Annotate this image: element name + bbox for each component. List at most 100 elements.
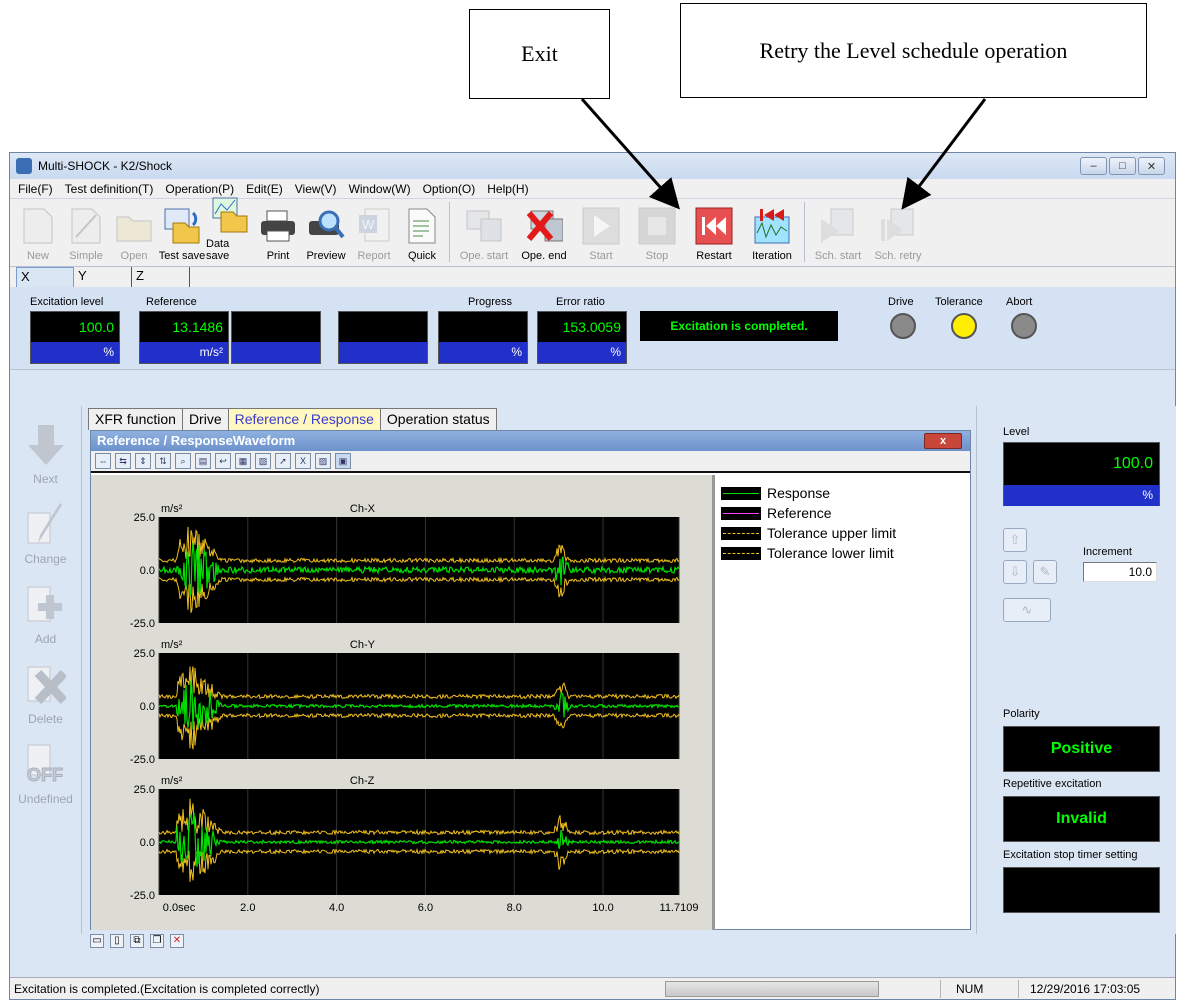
- empty-display-2: [338, 311, 428, 364]
- error-ratio-label: Error ratio: [556, 296, 605, 308]
- menu-help[interactable]: Help(H): [481, 182, 534, 196]
- y-unit-label: m/s²: [161, 775, 183, 787]
- restore-window-icon[interactable]: ❐: [150, 934, 164, 948]
- sch-retry-button[interactable]: Sch. retry: [868, 199, 928, 265]
- drive-lamp: [890, 313, 916, 339]
- properties-icon[interactable]: ▦: [235, 453, 251, 469]
- y-unit-label: m/s²: [161, 639, 183, 651]
- level-down-button[interactable]: ⇩: [1003, 560, 1027, 584]
- shrink-x-icon[interactable]: ⇆: [115, 453, 131, 469]
- next-button[interactable]: Next: [10, 406, 81, 486]
- preview-magnifier-icon: [307, 206, 345, 246]
- display-settings-icon[interactable]: ▧: [255, 453, 271, 469]
- tab-operation-status[interactable]: Operation status: [379, 408, 497, 430]
- add-plus-icon: [25, 582, 67, 628]
- minimize-button[interactable]: –: [1080, 157, 1107, 175]
- close-graph-icon[interactable]: ✕: [170, 934, 184, 948]
- x-tick-label: 6.0: [418, 902, 433, 914]
- simple-button[interactable]: Simple: [62, 199, 110, 265]
- pencil-icon: [25, 502, 67, 548]
- scale-settings-icon[interactable]: ▤: [195, 453, 211, 469]
- delete-button[interactable]: Delete: [10, 646, 81, 726]
- excel-icon[interactable]: X: [295, 453, 311, 469]
- expand-y-icon[interactable]: ⇕: [135, 453, 151, 469]
- play-icon: [582, 206, 620, 246]
- edit-increment-button[interactable]: ✎: [1033, 560, 1057, 584]
- change-button[interactable]: Change: [10, 486, 81, 566]
- command-panel: Next Change Add Delete OFF Undefined: [10, 406, 82, 934]
- status-divider: [940, 980, 941, 998]
- sch-retry-label: Sch. retry: [874, 250, 922, 262]
- stop-button[interactable]: Stop: [629, 199, 685, 265]
- reference-value: 13.1486: [140, 312, 228, 342]
- open-button[interactable]: Open: [110, 199, 158, 265]
- tab-reference-response[interactable]: Reference / Response: [227, 408, 381, 430]
- open-folder-icon: [115, 206, 153, 246]
- print-button[interactable]: Print: [254, 199, 302, 265]
- menu-file[interactable]: File(F): [12, 182, 59, 196]
- data-save-icon: [211, 196, 249, 234]
- error-ratio-unit: %: [538, 342, 626, 363]
- menu-window[interactable]: Window(W): [343, 182, 417, 196]
- axis-tab-y[interactable]: Y: [74, 267, 132, 287]
- restart-icon: [695, 206, 733, 246]
- graph-close-button[interactable]: x: [924, 433, 962, 449]
- tab-xfr-function[interactable]: XFR function: [88, 408, 183, 430]
- data-save-button[interactable]: Data save: [206, 196, 254, 265]
- restart-button[interactable]: Restart: [685, 199, 743, 265]
- test-save-button[interactable]: Test save: [158, 199, 206, 265]
- graph-type-icon[interactable]: ▨: [315, 453, 331, 469]
- start-button[interactable]: Start: [573, 199, 629, 265]
- axis-tab-z[interactable]: Z: [132, 267, 190, 287]
- export-icon[interactable]: ➚: [275, 453, 291, 469]
- expand-x-icon[interactable]: ⇔: [95, 453, 111, 469]
- undefined-button[interactable]: OFF Undefined: [10, 726, 81, 806]
- close-window-button[interactable]: ✕: [1138, 157, 1165, 175]
- menu-option[interactable]: Option(O): [417, 182, 482, 196]
- polarity-value: Positive: [1003, 726, 1160, 772]
- menu-edit[interactable]: Edit(E): [240, 182, 289, 196]
- tile-horizontal-icon[interactable]: ▭: [90, 934, 104, 948]
- add-button[interactable]: Add: [10, 566, 81, 646]
- iteration-button[interactable]: Iteration: [743, 199, 801, 265]
- level-up-button[interactable]: ⇧: [1003, 528, 1027, 552]
- excitation-level-value: 100.0: [31, 312, 119, 342]
- zoom-icon[interactable]: ⌕: [175, 453, 191, 469]
- legend-label-reference: Reference: [767, 505, 832, 521]
- y-tick-label: -25.0: [130, 754, 155, 766]
- undo-zoom-icon[interactable]: ↩: [215, 453, 231, 469]
- shrink-y-icon[interactable]: ⇅: [155, 453, 171, 469]
- drive-label: Drive: [888, 296, 914, 308]
- report-button[interactable]: W Report: [350, 199, 398, 265]
- tab-drive[interactable]: Drive: [181, 408, 229, 430]
- maximize-button[interactable]: □: [1109, 157, 1136, 175]
- menu-view[interactable]: View(V): [289, 182, 343, 196]
- delete-label: Delete: [28, 712, 63, 726]
- increment-label: Increment: [1083, 546, 1132, 558]
- quick-button[interactable]: Quick: [398, 199, 446, 265]
- legend-toggle-icon[interactable]: ▣: [335, 453, 351, 469]
- title-bar: Multi-SHOCK - K2/Shock – □ ✕: [10, 153, 1175, 179]
- sch-start-button[interactable]: Sch. start: [808, 199, 868, 265]
- channel-label: Ch-X: [350, 503, 376, 515]
- legend-item-tolerance-upper: Tolerance upper limit: [721, 523, 896, 543]
- menu-operation[interactable]: Operation(P): [159, 182, 240, 196]
- repetitive-excitation-label: Repetitive excitation: [1003, 778, 1102, 790]
- legend-swatch-reference: [721, 506, 761, 520]
- new-button[interactable]: New: [14, 199, 62, 265]
- ope-start-button[interactable]: Ope. start: [453, 199, 515, 265]
- menu-test-definition[interactable]: Test definition(T): [59, 182, 160, 196]
- stop-icon: [638, 206, 676, 246]
- increment-input[interactable]: 10.0: [1083, 562, 1157, 582]
- axis-tab-x[interactable]: X: [16, 267, 74, 287]
- ope-end-button[interactable]: Ope. end: [515, 199, 573, 265]
- cascade-icon[interactable]: ⧉: [130, 934, 144, 948]
- reference-display: 13.1486 m/s²: [139, 311, 229, 364]
- plot-panel: 25.0 0.0 -25.0 m/s² Ch-X 25.0 0.0 -25.0 m/s² Ch-Y…: [91, 475, 715, 930]
- pulse-shape-button[interactable]: ∿: [1003, 598, 1051, 622]
- abort-lamp: [1011, 313, 1037, 339]
- menu-bar: File(F) Test definition(T) Operation(P) …: [10, 179, 1175, 199]
- callout-retry: Retry the Level schedule operation: [680, 3, 1147, 98]
- tile-vertical-icon[interactable]: ▯: [110, 934, 124, 948]
- preview-button[interactable]: Preview: [302, 199, 350, 265]
